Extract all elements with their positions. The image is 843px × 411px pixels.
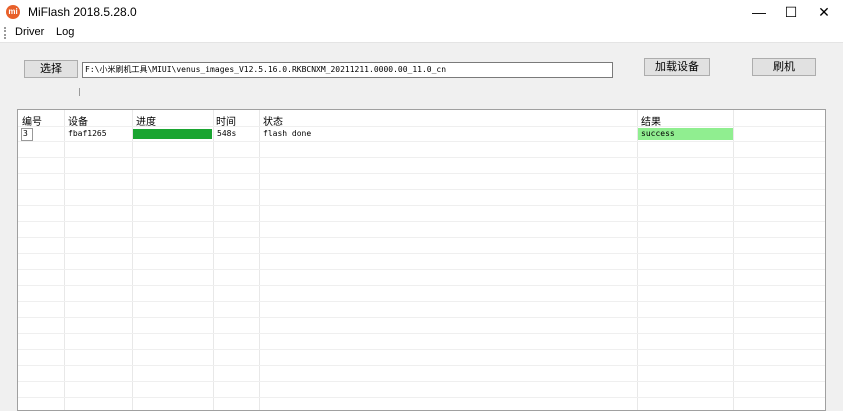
row-divider: [18, 333, 825, 334]
load-devices-button[interactable]: 加载设备: [644, 58, 710, 76]
row-divider: [18, 269, 825, 270]
menu-driver[interactable]: Driver: [15, 26, 44, 38]
flash-button[interactable]: 刷机: [752, 58, 816, 76]
row-divider: [18, 397, 825, 398]
row-divider: [18, 189, 825, 190]
title-bar: mi MiFlash 2018.5.28.0 — ☐ ✕: [0, 0, 843, 24]
minimize-button[interactable]: —: [741, 0, 777, 24]
row-divider: [18, 301, 825, 302]
row-progress-bar: [133, 129, 212, 139]
column-header-time[interactable]: 时间: [216, 113, 236, 128]
row-divider: [18, 221, 825, 222]
mi-logo-icon: mi: [6, 5, 20, 19]
column-header-device[interactable]: 设备: [68, 113, 88, 128]
row-divider: [18, 285, 825, 286]
menu-grip-icon: [4, 27, 8, 39]
row-status: flash done: [263, 129, 312, 138]
select-button[interactable]: 选择: [24, 60, 78, 78]
rom-path-input[interactable]: F:\小米刷机工具\MIUI\venus_images_V12.5.16.0.R…: [82, 62, 613, 78]
row-divider: [18, 205, 825, 206]
row-divider: [18, 349, 825, 350]
menu-log[interactable]: Log: [56, 26, 74, 38]
row-time: 548s: [217, 129, 237, 138]
column-header-status[interactable]: 状态: [263, 113, 283, 128]
row-divider: [18, 237, 825, 238]
row-divider: [18, 173, 825, 174]
column-header-id[interactable]: 编号: [22, 113, 42, 128]
menu-bar: Driver Log: [0, 24, 843, 43]
row-result: success: [641, 129, 675, 138]
column-header-progress[interactable]: 进度: [136, 113, 156, 128]
row-divider: [18, 141, 825, 142]
row-divider: [18, 253, 825, 254]
column-header-result[interactable]: 结果: [641, 113, 661, 128]
row-divider: [18, 381, 825, 382]
window-title: MiFlash 2018.5.28.0: [28, 5, 137, 19]
separator-mark: [79, 88, 80, 96]
close-button[interactable]: ✕: [806, 0, 842, 24]
device-table[interactable]: 编号 设备 进度 时间 状态 结果 3 fbaf1265 548s flash …: [17, 109, 826, 411]
row-divider: [18, 157, 825, 158]
row-id: 3: [23, 129, 28, 138]
maximize-button[interactable]: ☐: [773, 0, 809, 24]
row-divider: [18, 317, 825, 318]
row-device: fbaf1265: [68, 129, 107, 138]
row-divider: [18, 365, 825, 366]
row-progress-fill: [133, 129, 212, 139]
